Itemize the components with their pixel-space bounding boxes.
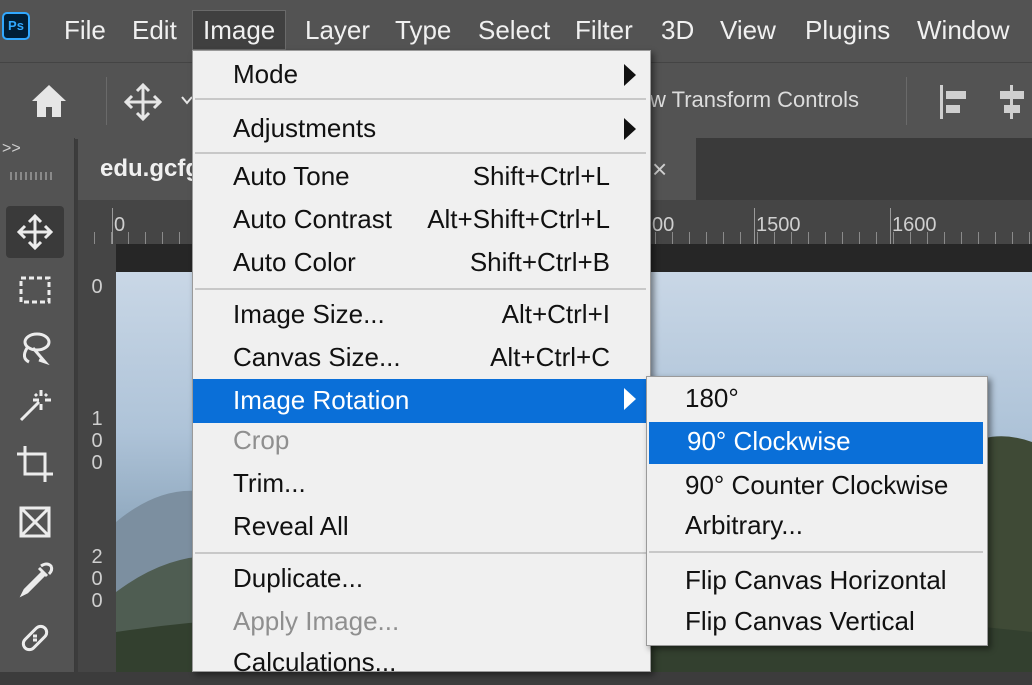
ruler-label: 2 <box>91 546 103 568</box>
menu-plugins[interactable]: Plugins <box>795 10 900 50</box>
menu-item-mode[interactable]: Mode <box>193 55 650 97</box>
show-transform-controls-label[interactable]: w Transform Controls <box>650 87 859 113</box>
crop-tool-icon[interactable] <box>6 438 64 490</box>
healing-brush-tool-icon[interactable] <box>6 612 64 664</box>
menu-item-trim[interactable]: Trim... <box>193 464 650 506</box>
marquee-tool-icon[interactable] <box>6 264 64 316</box>
menu-item-flip-vertical[interactable]: Flip Canvas Vertical <box>647 602 987 644</box>
submenu-arrow-icon <box>624 118 636 140</box>
menu-file[interactable]: File <box>54 10 116 50</box>
menu-item-auto-tone[interactable]: Auto Tone Shift+Ctrl+L <box>193 157 650 199</box>
submenu-arrow-icon <box>624 64 636 86</box>
tools-panel: >> <box>0 138 75 672</box>
menu-item-rotate-180[interactable]: 180° <box>647 379 987 421</box>
menu-filter[interactable]: Filter <box>565 10 643 50</box>
menu-item-image-rotation[interactable]: Image Rotation <box>193 379 650 423</box>
ruler-label: 0 <box>91 590 103 612</box>
menu-item-auto-contrast[interactable]: Auto Contrast Alt+Shift+Ctrl+L <box>193 200 650 242</box>
menu-edit[interactable]: Edit <box>122 10 187 50</box>
image-rotation-submenu: 180° 90° Clockwise 90° Counter Clockwise… <box>646 376 988 646</box>
menu-item-apply-image[interactable]: Apply Image... <box>193 602 650 644</box>
menu-item-image-size[interactable]: Image Size... Alt+Ctrl+I <box>193 295 650 337</box>
menu-item-flip-horizontal[interactable]: Flip Canvas Horizontal <box>647 561 987 603</box>
menu-item-rotate-90-ccw[interactable]: 90° Counter Clockwise <box>647 466 987 508</box>
menu-item-crop[interactable]: Crop <box>193 421 650 463</box>
ruler-label: 0 <box>91 276 103 298</box>
menu-select[interactable]: Select <box>468 10 560 50</box>
align-center-icon[interactable] <box>994 81 1030 123</box>
panel-grip[interactable] <box>10 172 52 180</box>
menu-item-duplicate[interactable]: Duplicate... <box>193 559 650 601</box>
ruler-label: 0 <box>91 568 103 590</box>
menu-3d[interactable]: 3D <box>651 10 704 50</box>
menu-item-canvas-size[interactable]: Canvas Size... Alt+Ctrl+C <box>193 338 650 380</box>
photoshop-logo-icon: Ps <box>2 12 30 40</box>
move-options-icon[interactable] <box>122 81 164 123</box>
menu-layer[interactable]: Layer <box>295 10 380 50</box>
menu-view[interactable]: View <box>710 10 786 50</box>
menu-item-rotate-90-cw[interactable]: 90° Clockwise <box>649 422 983 464</box>
home-icon[interactable] <box>28 81 70 121</box>
image-menu-dropdown: Mode Adjustments Auto Tone Shift+Ctrl+L … <box>192 50 651 677</box>
lasso-tool-icon[interactable] <box>6 322 64 374</box>
menu-item-arbitrary[interactable]: Arbitrary... <box>647 506 987 548</box>
menu-image[interactable]: Image <box>192 10 287 50</box>
vertical-ruler: 0 1 0 0 2 0 0 <box>78 244 117 672</box>
frame-tool-icon[interactable] <box>6 496 64 548</box>
collapse-panel-icon[interactable]: >> <box>2 140 21 158</box>
magic-wand-tool-icon[interactable] <box>6 380 64 432</box>
close-tab-icon[interactable]: × <box>652 154 667 185</box>
move-tool-icon[interactable] <box>6 206 64 258</box>
menu-item-calculations[interactable]: Calculations... <box>193 643 650 685</box>
document-tab-title[interactable]: edu.gcfg <box>100 155 200 183</box>
menu-window[interactable]: Window <box>907 10 1019 50</box>
menu-item-auto-color[interactable]: Auto Color Shift+Ctrl+B <box>193 243 650 285</box>
eyedropper-tool-icon[interactable] <box>6 554 64 606</box>
ruler-label: 1 <box>91 408 103 430</box>
menu-type[interactable]: Type <box>385 10 461 50</box>
align-left-icon[interactable] <box>936 81 972 123</box>
menu-item-reveal-all[interactable]: Reveal All <box>193 507 650 549</box>
ruler-label: 0 <box>91 430 103 452</box>
menu-item-adjustments[interactable]: Adjustments <box>193 109 650 151</box>
submenu-arrow-icon <box>624 388 636 410</box>
ruler-label: 0 <box>91 452 103 474</box>
